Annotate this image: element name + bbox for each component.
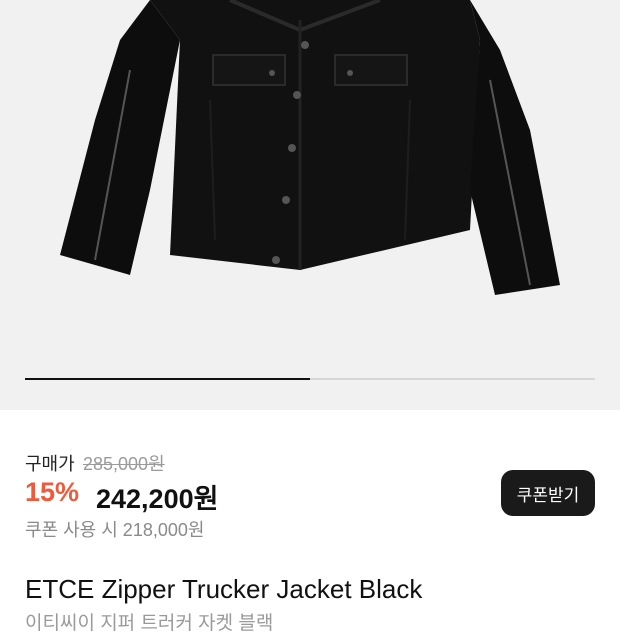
product-title-en: ETCE Zipper Trucker Jacket Black — [25, 574, 423, 604]
final-price: 242,200원 — [96, 484, 219, 514]
coupon-price-note: 쿠폰 사용 시 218,000원 — [25, 520, 205, 540]
original-price: 285,000원 — [83, 454, 165, 474]
get-coupon-button[interactable]: 쿠폰받기 — [501, 470, 595, 516]
discount-rate: 15% — [25, 477, 80, 507]
carousel-progress-fill — [25, 378, 310, 380]
carousel-progress-track — [25, 378, 595, 380]
price-label: 구매가 — [25, 454, 75, 474]
product-image-area[interactable] — [0, 0, 620, 410]
product-title-ko: 이티씨이 지퍼 트러커 자켓 블랙 — [25, 613, 274, 634]
jacket-image — [60, 0, 560, 295]
